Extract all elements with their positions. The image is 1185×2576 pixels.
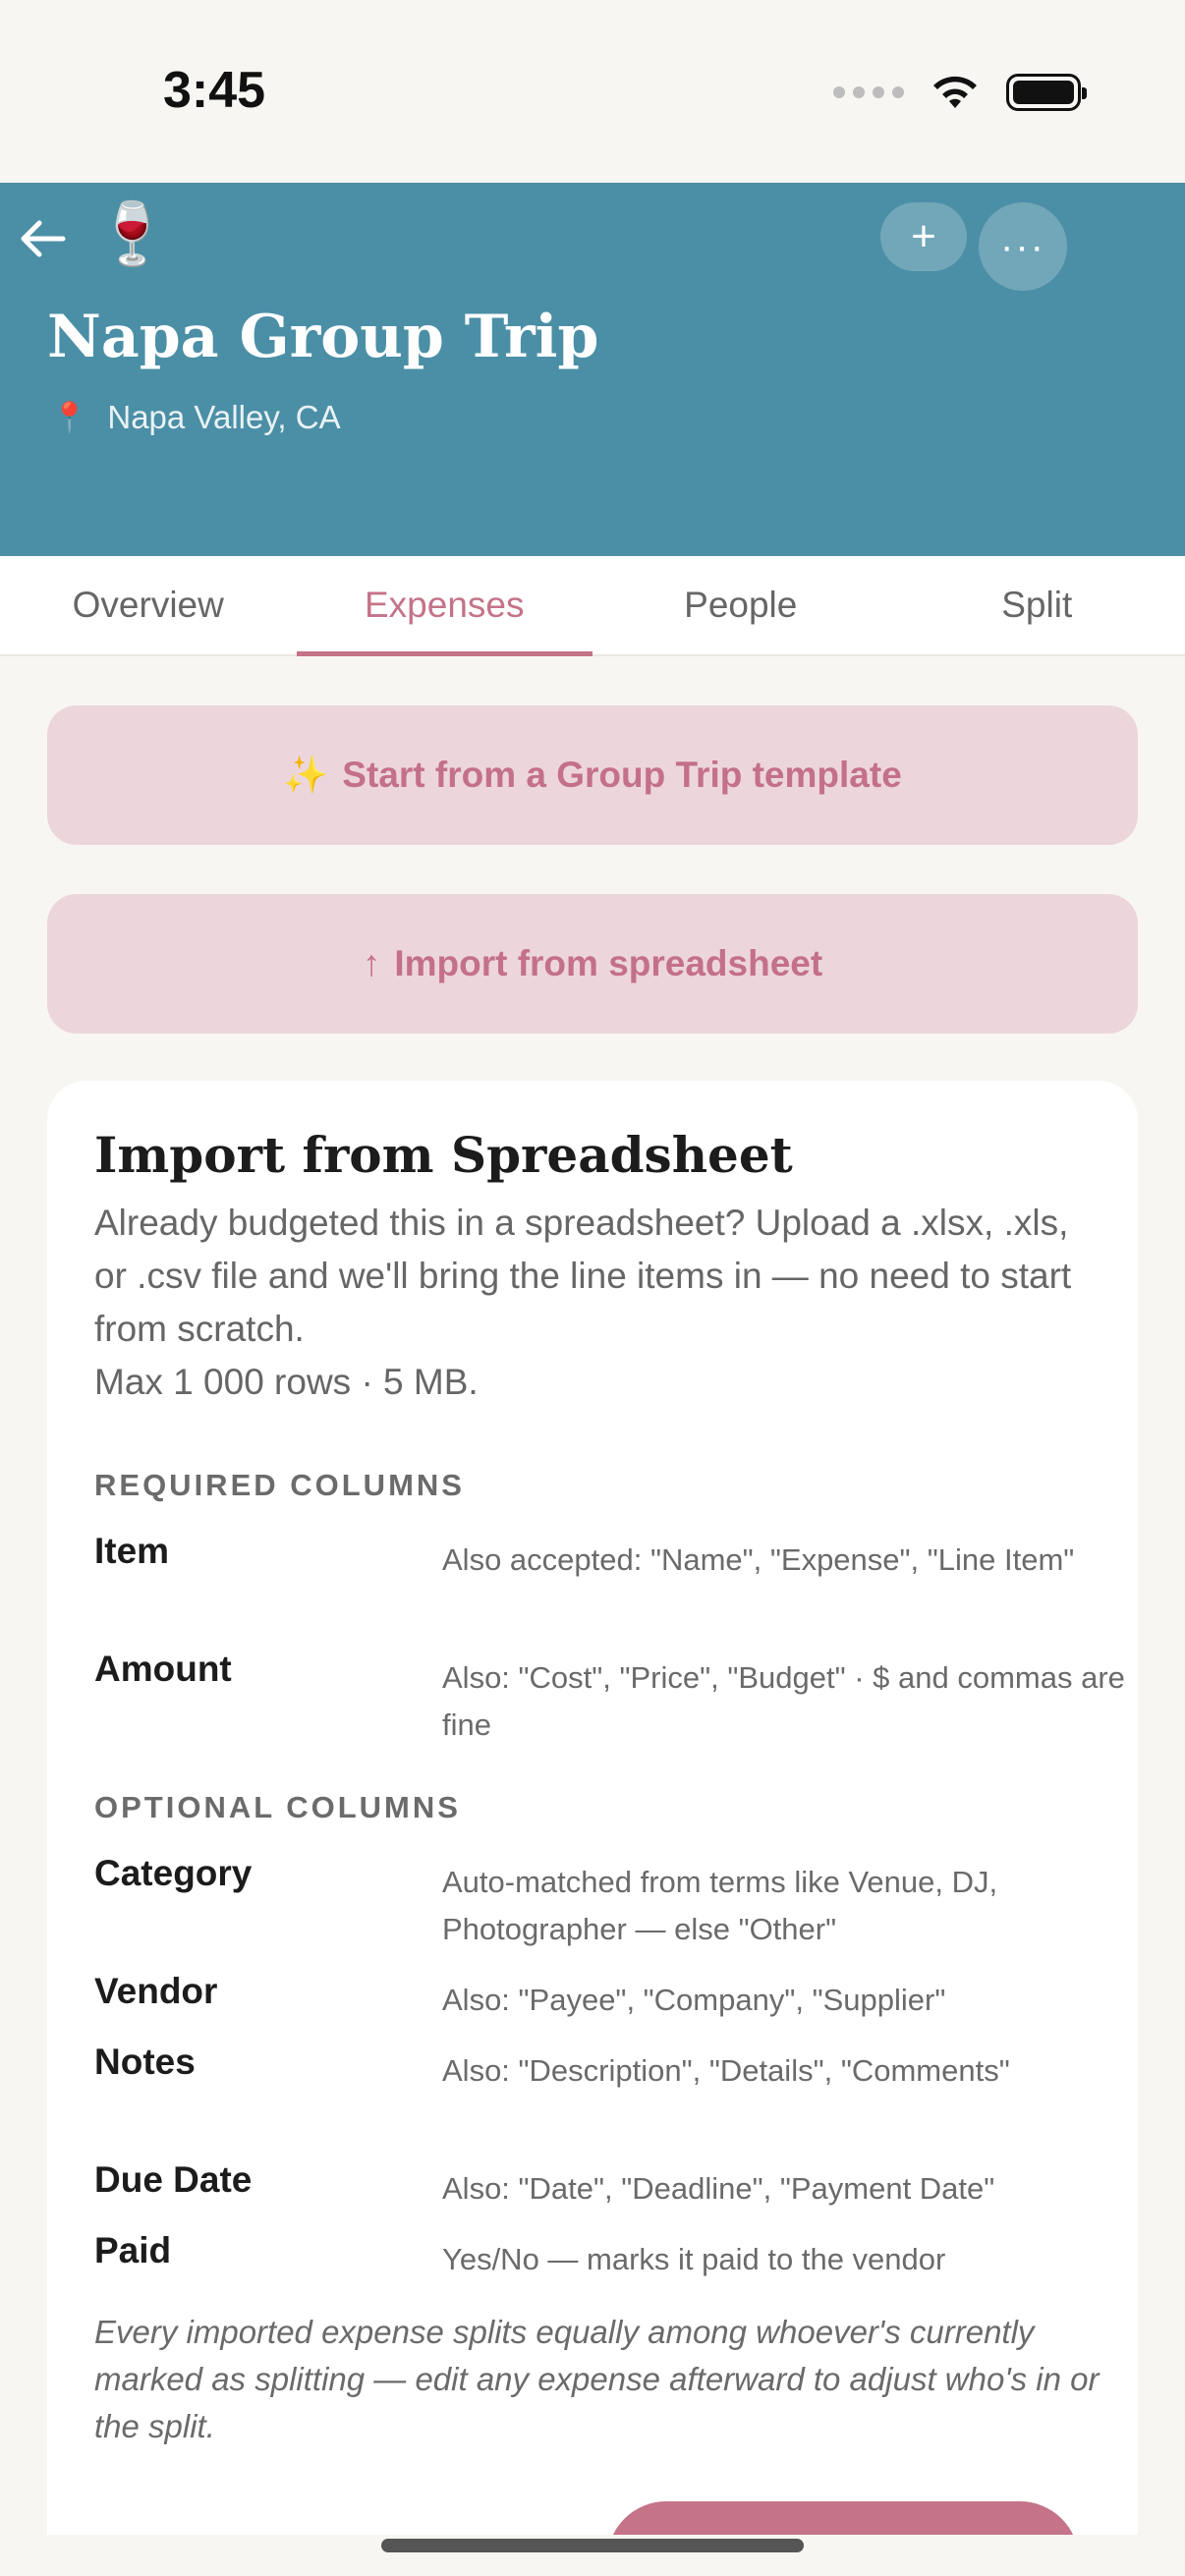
back-arrow-icon[interactable] [16,212,69,265]
description-text: Already budgeted this in a spreadsheet? … [94,1203,1072,1349]
column-description: Auto-matched from terms like Venue, DJ, … [442,1865,998,1946]
page-title: Napa Group Trip [47,303,599,371]
required-columns-label: REQUIRED COLUMNS [94,1468,465,1502]
column-description: Also: "Description", "Details", "Comment… [442,2053,1010,2088]
import-spreadsheet-button[interactable]: ↑ Import from spreadsheet [47,894,1138,1034]
tab-split[interactable]: Split [889,556,1185,654]
optional-columns-label: OPTIONAL COLUMNS [94,1790,461,1824]
trip-location: 📍 Napa Valley, CA [51,399,341,436]
status-bar: 3:45 [0,0,1185,183]
column-name: Paid [94,2230,172,2270]
wine-glass-icon: 🍷 [94,200,171,268]
column-name: Notes [94,2042,196,2082]
start-template-label: Start from a Group Trip template [342,755,902,795]
trip-header: 🍷 + ··· Napa Group Trip 📍 Napa Valley, C… [0,183,1185,556]
tab-people[interactable]: People [592,556,889,654]
more-dots-icon: ··· [1000,224,1045,268]
column-description: Also: "Payee", "Company", "Supplier" [442,1983,946,2017]
column-name: Due Date [94,2159,253,2200]
tab-overview[interactable]: Overview [0,556,297,654]
start-template-button[interactable]: ✨ Start from a Group Trip template [47,705,1138,845]
limits-text: Max 1 000 rows · 5 MB. [94,1362,479,1402]
plus-icon: + [911,212,936,260]
card-title: Import from Spreadsheet [94,1126,793,1184]
status-time: 3:45 [163,62,266,119]
import-info-card: Import from Spreadsheet Already budgeted… [47,1081,1138,2535]
column-description: Also accepted: "Name", "Expense", "Line … [442,1542,1075,1577]
status-icons [833,73,1087,112]
sparkles-icon: ✨ [283,754,329,795]
import-spreadsheet-label: Import from spreadsheet [394,943,823,983]
column-description: Also: "Cost", "Price", "Budget" · $ and … [442,1660,1125,1742]
tab-expenses[interactable]: Expenses [296,556,593,656]
location-text: Napa Valley, CA [107,399,341,435]
column-description: Also: "Date", "Deadline", "Payment Date" [442,2171,995,2206]
column-name: Category [94,1853,253,1893]
column-description: Yes/No — marks it paid to the vendor [442,2242,946,2276]
tab-bar: Overview Expenses People Split [0,556,1185,656]
add-button[interactable]: + [880,202,967,271]
wifi-icon [933,76,977,108]
card-description: Already budgeted this in a spreadsheet? … [94,1197,1097,1409]
split-note: Every imported expense splits equally am… [94,2314,1100,2444]
choose-file-button[interactable] [607,2501,1079,2535]
cellular-signal-icon [833,86,904,98]
location-pin-icon: 📍 [51,401,88,434]
column-name: Vendor [94,1971,218,2011]
column-name: Amount [94,1649,232,1689]
more-options-button[interactable]: ··· [979,202,1067,291]
battery-icon [1006,74,1087,111]
column-name: Item [94,1531,170,1571]
home-indicator[interactable] [381,2539,804,2552]
upload-arrow-icon: ↑ [362,943,381,983]
